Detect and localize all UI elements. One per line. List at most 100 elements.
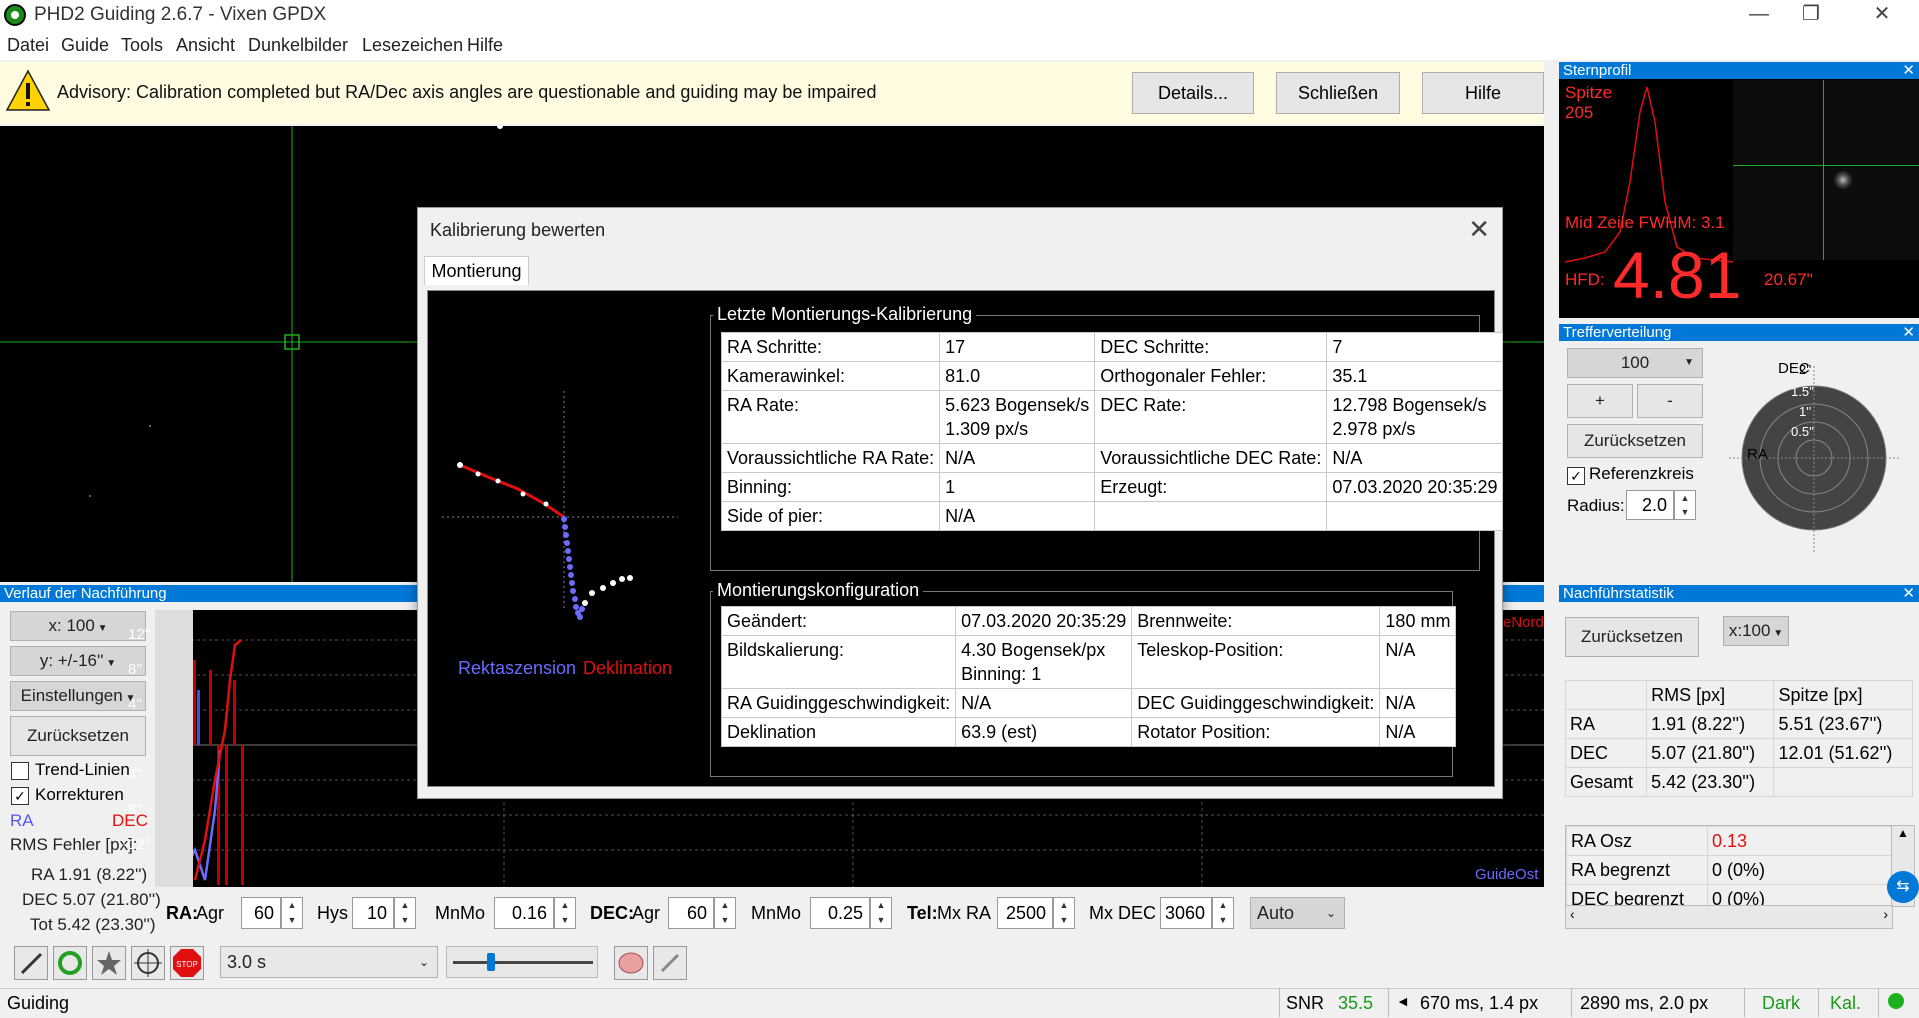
window-title: PHD2 Guiding 2.6.7 - Vixen GPDX [34,4,327,25]
zoom-in-button[interactable]: + [1567,384,1633,418]
menu-guide[interactable]: Guide [61,35,109,56]
menu-ansicht[interactable]: Ansicht [176,35,235,56]
chevron-down-icon: ▼ [1684,357,1694,368]
menu-bar: Datei Guide Tools Ansicht Dunkelbilder L… [0,30,1919,60]
stats-reset-button[interactable]: Zurücksetzen [1565,617,1699,657]
guide-button[interactable] [131,946,165,980]
mx-dec-label: Mx DEC [1089,903,1156,923]
radius-spinner[interactable]: ▲ ▼ [1674,490,1696,520]
target-title: Trefferverteilung ✕ [1559,324,1919,341]
rms-dec: DEC 5.07 (21.80'') [22,890,161,909]
close-panel-icon[interactable]: ✕ [1902,62,1915,79]
table-row: DEC 5.07 (21.80'') 12.01 (51.62'') [1564,738,1913,768]
y-tick-4: 4'' [128,696,143,713]
brain-settings-button[interactable] [614,946,648,980]
mid-row-fwhm: Mid Zeile FWHM: 3.1 [1565,213,1725,232]
wrench-icon [660,953,680,973]
snr-value: 35.5 [1338,993,1374,1013]
details-button[interactable]: Details... [1132,72,1254,114]
ra-agr-spinner[interactable]: ▲ ▼ [281,897,303,929]
menu-lesezeichen[interactable]: Lesezeichen [362,35,463,56]
hfd-value: 4.81 [1613,238,1742,312]
dec-aggressiveness-input[interactable]: 60 [668,897,714,929]
chevron-down-icon: ▼ [1770,628,1784,639]
menu-datei[interactable]: Datei [7,35,49,56]
dec-agr-spinner[interactable]: ▲ ▼ [714,897,736,929]
table-row: RA begrenzt 0 (0%) [1566,855,1892,885]
gamma-slider-handle[interactable] [487,953,495,971]
stats-hscrollbar[interactable]: ‹ › [1565,905,1893,929]
minimize-button[interactable]: — [1729,0,1789,30]
table-row: Side of pier: N/A [720,501,1504,531]
rms-total: Tot 5.42 (23.30'') [30,915,156,934]
radius-input[interactable]: 2.0 [1626,490,1674,520]
target-zoom-select[interactable]: 100 ▼ [1567,348,1703,378]
exposure-select[interactable]: 3.0 s ⌄ [220,946,438,978]
close-panel-icon[interactable]: ✕ [1902,585,1915,602]
stats-osc-list[interactable]: RA Osz 0.13 RA begrenzt 0 (0%) DEC begrenz… [1565,825,1893,907]
ra-mnmo-spinner[interactable]: ▲ ▼ [554,897,576,929]
ra-hys-spinner[interactable]: ▲ ▼ [394,897,416,929]
mx-ra-spinner[interactable]: ▲ ▼ [1053,897,1075,929]
auto-select-star-button[interactable] [92,946,126,980]
trend-lines-checkbox[interactable] [11,762,29,780]
dialog-close-button[interactable]: ✕ [1468,214,1490,245]
ra-hys-label: Hys [317,903,348,923]
dec-min-move-input[interactable]: 0.25 [810,897,870,929]
table-row: RA Rate: 5.623 Bogensek/s 1.309 px/s DEC Ra… [720,390,1504,444]
teamviewer-icon[interactable]: ⇆ [1887,871,1919,903]
table-row: Geändert: 07.03.2020 20:35:29 Brennweite: 1… [720,606,1457,636]
last-calibration-table: RA Schritte: 17 DEC Schritte: 7 Kamerawinke… [720,332,1504,531]
close-panel-icon[interactable]: ✕ [1902,324,1915,341]
history-settings-button[interactable]: Einstellungen ▼ [10,681,146,711]
ref-circle-checkbox[interactable]: ✓ [1567,467,1585,485]
advisory-help-button[interactable]: Hilfe [1422,72,1544,114]
target-reset-button[interactable]: Zurücksetzen [1567,424,1703,458]
dec-mnmo-spinner[interactable]: ▲ ▼ [870,897,892,929]
ra-aggressiveness-input[interactable]: 60 [241,897,281,929]
dec-agr-label: Agr [632,903,661,923]
ring-label-1-5: 1.5'' [1791,384,1815,399]
close-window-button[interactable]: ✕ [1852,0,1912,30]
max-dec-duration-input[interactable]: 3060 [1160,897,1212,929]
cam-lib-button[interactable] [653,946,687,980]
legend-dec: Deklination [583,658,673,678]
table-row: Binning: 1 Erzeugt: 07.03.2020 20:35:29 [720,472,1504,502]
camera-settings-button[interactable] [14,946,48,980]
history-y-select[interactable]: y: +/-16'' ▼ [10,646,146,676]
y-tick-neg4: -4'' [123,766,143,783]
table-row: RA Osz 0.13 [1566,826,1892,856]
restore-button[interactable]: ❐ [1781,0,1841,30]
history-x-select[interactable]: x: 100 ▼ [10,611,146,641]
corrections-checkbox[interactable]: ✓ [11,787,29,805]
ra-hysteresis-input[interactable]: 10 [352,897,394,929]
menu-hilfe[interactable]: Hilfe [467,35,503,56]
gamma-slider[interactable] [446,946,598,978]
ra-min-move-input[interactable]: 0.16 [494,897,554,929]
table-row: Deklination 63.9 (est) Rotator Position: N/… [720,717,1457,747]
advisory-message: Advisory: Calibration completed but RA/D… [57,82,877,102]
stats-x-select[interactable]: x:100 ▼ [1723,616,1789,646]
stats-header: RMS [px] [1646,680,1775,710]
ring-label-2: 2'' [1799,362,1812,377]
calibration-plot [442,391,678,620]
y-tick-neg12: -12'' [123,836,151,853]
max-ra-duration-input[interactable]: 2500 [997,897,1053,929]
loop-exposure-button[interactable] [53,946,87,980]
menu-dunkelbilder[interactable]: Dunkelbilder [248,35,348,56]
ra-pulse: 670 ms, 1.4 px [1420,993,1539,1013]
menu-tools[interactable]: Tools [121,35,163,56]
target-plot [1729,366,1899,552]
dec-guide-mode-select[interactable]: Auto ⌄ [1250,897,1345,929]
guide-east-label: GuideOst [1475,866,1539,883]
stop-button[interactable]: STOP [170,946,204,980]
chevron-down-icon: ▼ [94,623,108,634]
target-ra-label: RA [1747,446,1768,463]
mx-dec-spinner[interactable]: ▲ ▼ [1212,897,1234,929]
ra-agr-label: Agr [196,903,225,923]
dismiss-advisory-button[interactable]: Schließen [1276,72,1400,114]
tab-montierung[interactable]: Montierung [424,256,529,285]
history-reset-button[interactable]: Zurücksetzen [10,716,146,756]
hfd-arcsec: 20.67'' [1764,270,1814,289]
zoom-out-button[interactable]: - [1637,384,1703,418]
